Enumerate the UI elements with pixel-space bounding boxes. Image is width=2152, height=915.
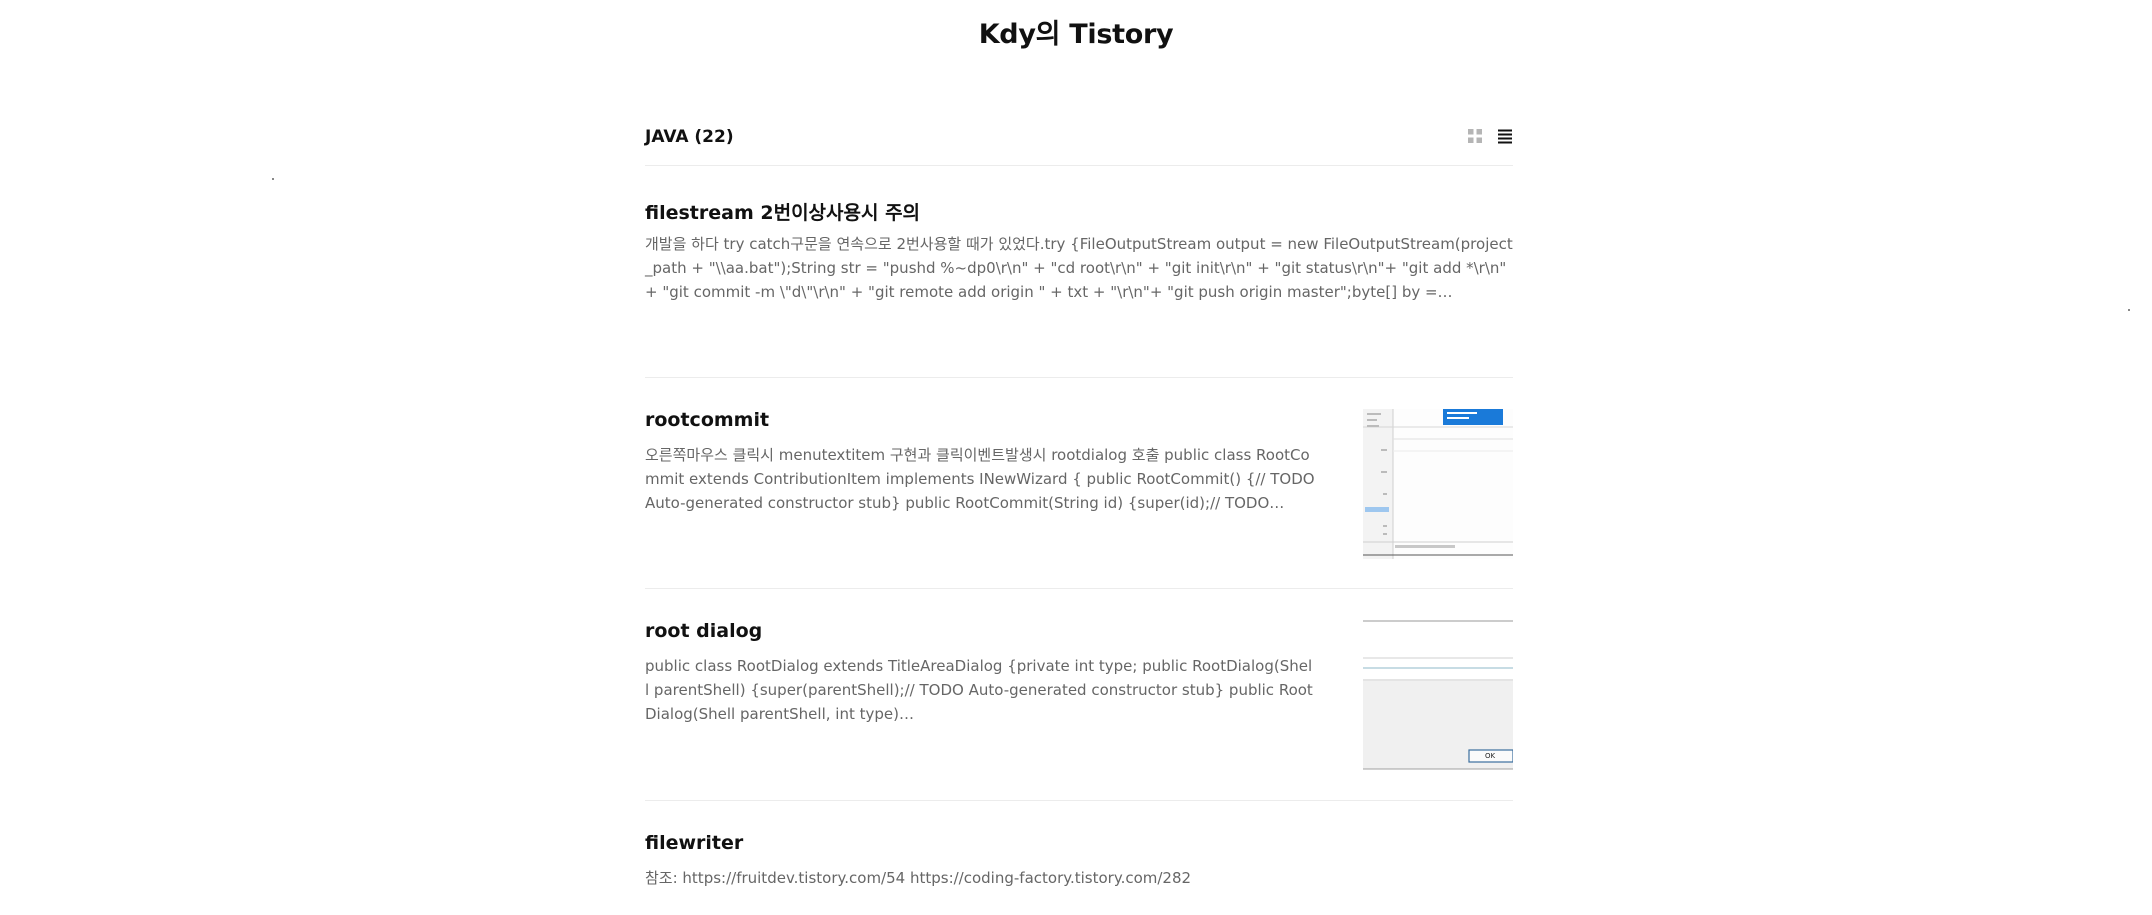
post-item[interactable]: root dialog public class RootDialog exte… (645, 620, 1513, 801)
decorative-dot (272, 178, 274, 180)
thumbnail-ok-label: OK (1485, 752, 1496, 760)
post-thumbnail[interactable] (1363, 409, 1513, 559)
post-item[interactable]: filewriter 참조: https://fruitdev.tistory.… (645, 832, 1513, 915)
post-excerpt: public class RootDialog extends TitleAre… (645, 657, 1313, 723)
grid-icon[interactable] (1467, 128, 1483, 144)
post-thumbnail[interactable]: OK (1363, 620, 1513, 770)
blog-title[interactable]: Kdy의 Tistory (0, 12, 2152, 51)
post-item[interactable]: rootcommit 오른쪽마우스 클릭시 menutextitem 구현과 클… (645, 409, 1513, 589)
post-excerpt: 오른쪽마우스 클릭시 menutextitem 구현과 클릭이벤트발생시 roo… (645, 446, 1315, 512)
post-title[interactable]: filestream 2번이상사용시 주의 (645, 198, 920, 225)
post-excerpt: 개발을 하다 try catch구문을 연속으로 2번사용할 때가 있었다.tr… (645, 235, 1513, 301)
post-excerpt: 참조: https://fruitdev.tistory.com/54 http… (645, 869, 1192, 887)
category-header: JAVA (22) (645, 124, 1513, 166)
decorative-dot (2128, 309, 2130, 311)
list-icon[interactable] (1497, 128, 1513, 144)
post-title[interactable]: root dialog (645, 620, 762, 642)
thumbnail-image (1363, 409, 1513, 559)
post-title[interactable]: filewriter (645, 832, 743, 854)
post-title[interactable]: rootcommit (645, 409, 769, 431)
post-item[interactable]: filestream 2번이상사용시 주의 개발을 하다 try catch구문… (645, 198, 1513, 378)
view-toggle (1467, 128, 1513, 144)
thumbnail-image (1363, 620, 1513, 770)
category-title: JAVA (22) (645, 127, 734, 147)
